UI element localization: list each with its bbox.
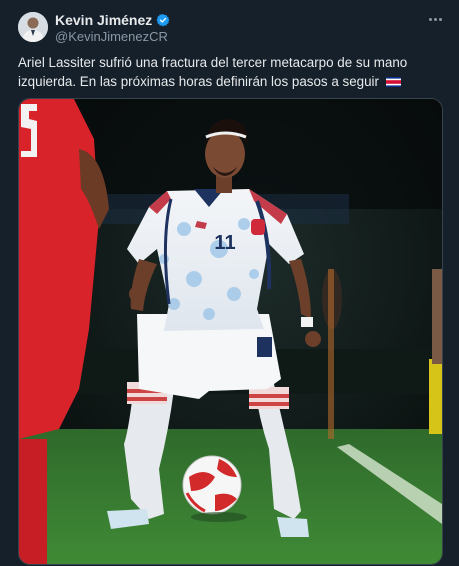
costa-rica-flag-icon xyxy=(385,77,401,88)
tweet-media[interactable]: 11 xyxy=(18,98,443,565)
media-photo: 11 xyxy=(19,99,442,564)
avatar[interactable] xyxy=(18,12,48,42)
author-name[interactable]: Kevin Jiménez xyxy=(55,12,152,28)
jersey-number: 11 xyxy=(214,232,235,254)
more-options-icon[interactable] xyxy=(426,12,444,26)
author-row: Kevin Jiménez xyxy=(55,12,170,28)
tweet-text-content: Ariel Lassiter sufrió una fractura del t… xyxy=(18,55,408,89)
verified-badge-icon xyxy=(156,13,170,27)
avatar-image xyxy=(18,12,48,42)
author-handle[interactable]: @KevinJimenezCR xyxy=(55,29,168,44)
tweet[interactable]: Kevin Jiménez @KevinJimenezCR Ariel Lass… xyxy=(0,0,459,566)
tweet-text: Ariel Lassiter sufrió una fractura del t… xyxy=(18,53,438,91)
